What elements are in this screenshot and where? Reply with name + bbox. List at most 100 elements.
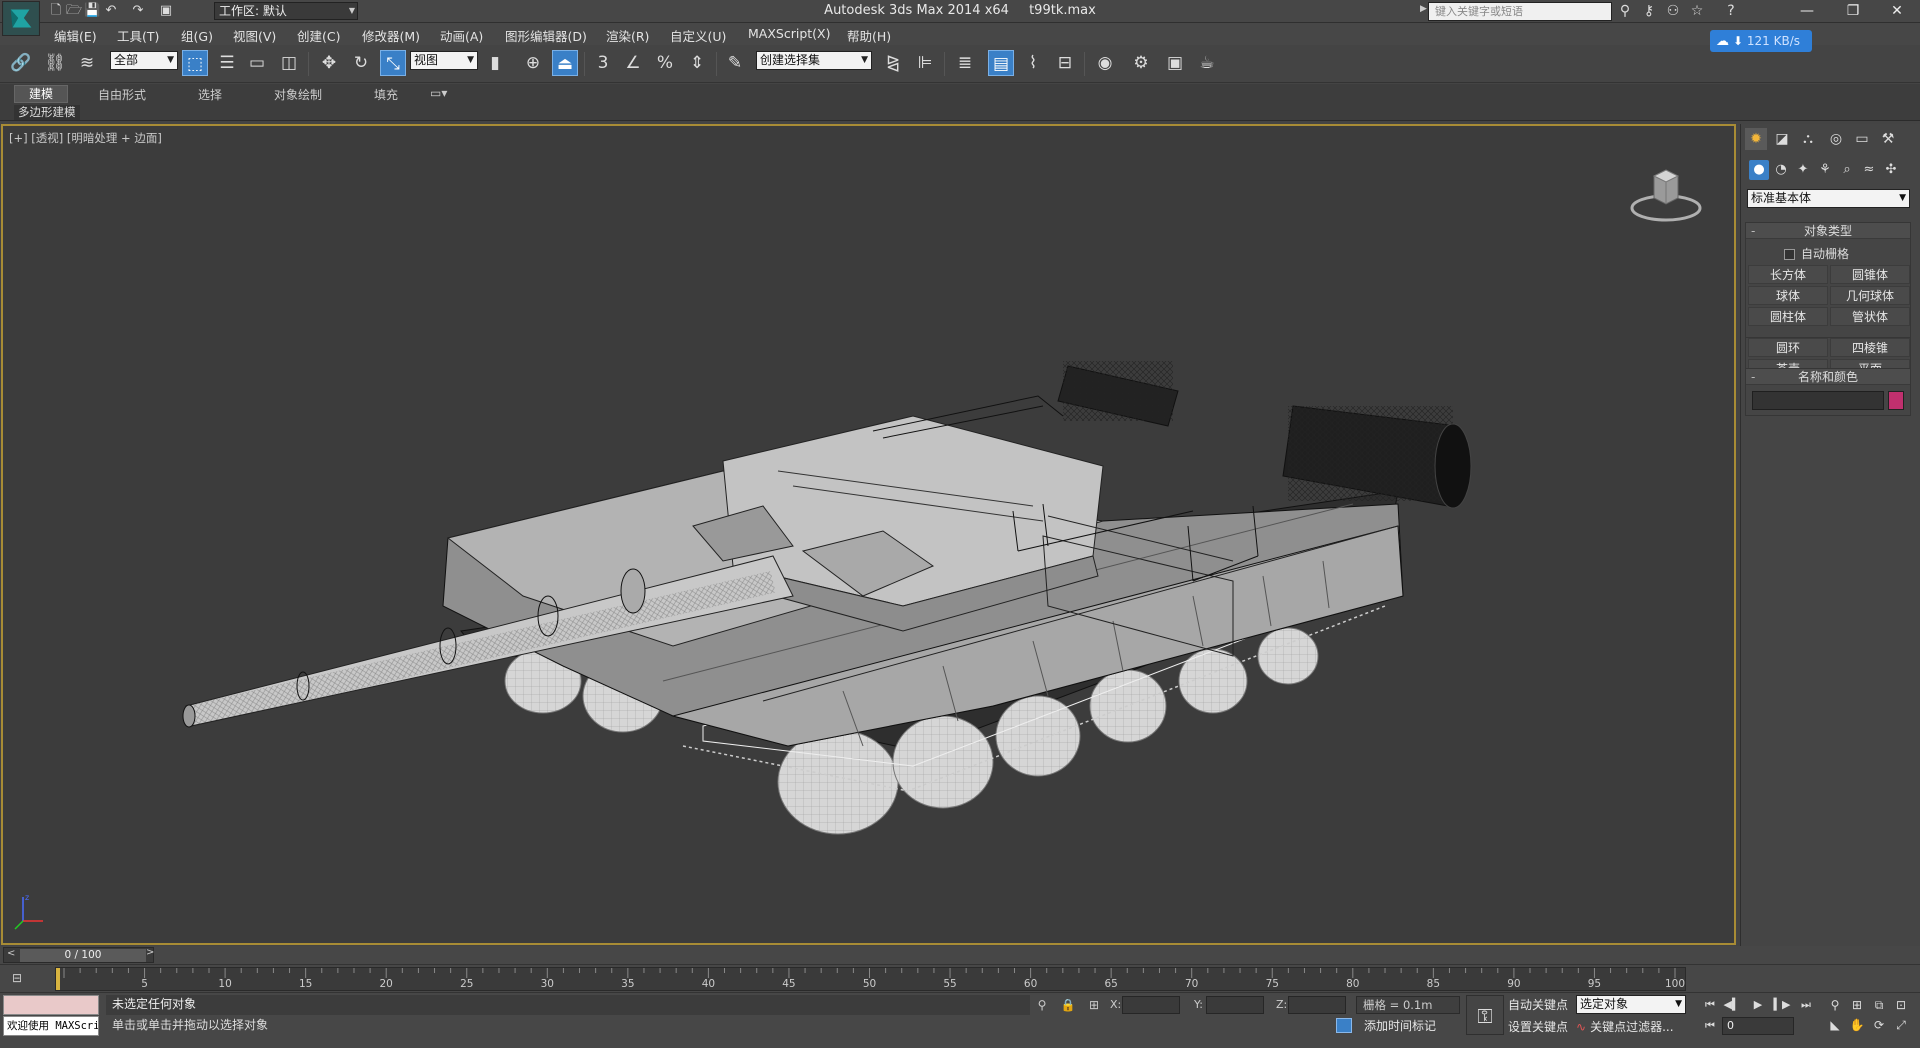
selection-lock-icon[interactable]: 🔒: [1060, 997, 1076, 1013]
ribbon-toggle-icon[interactable]: ▤: [988, 50, 1014, 76]
lights-icon[interactable]: ✦: [1793, 160, 1813, 180]
modify-tab-icon[interactable]: ◪: [1771, 128, 1793, 150]
help-icon[interactable]: ?: [1722, 3, 1740, 20]
maximize-viewport-icon[interactable]: ⤢: [1892, 1017, 1910, 1033]
menu-maxscript[interactable]: MAXScript(X): [748, 26, 830, 41]
menu-customize[interactable]: 自定义(U): [670, 26, 726, 45]
auto-key-button[interactable]: 自动关键点: [1508, 996, 1568, 1013]
zoom-extents-all-icon[interactable]: ⊡: [1892, 997, 1910, 1013]
menu-create[interactable]: 创建(C): [297, 26, 340, 45]
time-slider[interactable]: < 0 / 100 >: [0, 946, 1920, 964]
track-bar-area[interactable]: 5 10 15 20 25 30 35 40 45 50 55 60 65 70 75 80 85 90 95 100: [55, 967, 1686, 991]
keyboard-shortcut-override-icon[interactable]: ⏏: [552, 50, 578, 76]
sphere-button[interactable]: 球体: [1748, 286, 1828, 305]
select-object-icon[interactable]: ⬚: [182, 50, 208, 76]
isolate-selection-icon[interactable]: ⚲: [1034, 997, 1050, 1013]
window-crossing-icon[interactable]: ◫: [276, 50, 302, 76]
curve-editor-icon[interactable]: ⌇: [1020, 50, 1046, 76]
prev-frame-icon[interactable]: <: [7, 948, 15, 959]
pan-view-icon[interactable]: ✋: [1848, 1017, 1866, 1033]
tank-wireframe-model[interactable]: [3, 126, 1736, 945]
x-coordinate-field[interactable]: [1122, 996, 1180, 1014]
open-file-icon[interactable]: 🗁: [66, 3, 82, 19]
mini-curve-editor-icon[interactable]: ⊟: [12, 971, 34, 987]
material-editor-icon[interactable]: ◉: [1092, 50, 1118, 76]
render-setup-icon[interactable]: ⚙: [1128, 50, 1154, 76]
primitive-category-dropdown[interactable]: 标准基本体 ▼: [1747, 189, 1910, 208]
redo-icon[interactable]: ↷: [130, 3, 146, 19]
maxscript-listener-input[interactable]: 欢迎使用 MAXScri: [3, 1016, 99, 1036]
zoom-all-icon[interactable]: ⊞: [1848, 997, 1866, 1013]
object-color-swatch[interactable]: [1888, 391, 1904, 410]
absolute-mode-icon[interactable]: ⊞: [1086, 997, 1102, 1013]
cone-button[interactable]: 圆锥体: [1830, 265, 1910, 284]
polygon-modeling-panel[interactable]: 多边形建模: [14, 105, 80, 120]
menu-modifiers[interactable]: 修改器(M): [362, 26, 420, 45]
menu-views[interactable]: 视图(V): [233, 26, 276, 45]
close-button[interactable]: ✕: [1874, 0, 1920, 23]
ribbon-options-icon[interactable]: ▭▾: [430, 86, 447, 100]
current-frame-field[interactable]: 0: [1722, 1017, 1794, 1035]
object-type-header[interactable]: - 对象类型: [1746, 223, 1910, 239]
hierarchy-tab-icon[interactable]: ⛬: [1797, 128, 1819, 150]
rendered-frame-window-icon[interactable]: ▣: [1162, 50, 1188, 76]
undo-icon[interactable]: ↶: [103, 3, 119, 19]
subscription-icon[interactable]: ⚷: [1640, 3, 1658, 20]
go-to-start-icon[interactable]: ⏮: [1700, 997, 1720, 1013]
app-menu-button[interactable]: [2, 1, 40, 36]
cylinder-button[interactable]: 圆柱体: [1748, 307, 1828, 326]
pyramid-button[interactable]: 四棱锥: [1830, 338, 1910, 357]
ribbon-tab-populate[interactable]: 填充: [374, 86, 398, 103]
viewport-label[interactable]: [+] [透视] [明暗处理 + 边面]: [9, 130, 162, 146]
select-and-rotate-icon[interactable]: ↻: [348, 50, 374, 76]
menu-tools[interactable]: 工具(T): [117, 26, 159, 45]
menu-group[interactable]: 组(G): [181, 26, 213, 45]
menu-graph-editors[interactable]: 图形编辑器(D): [505, 26, 587, 45]
viewport-menu-label[interactable]: [+]: [9, 131, 28, 145]
menu-rendering[interactable]: 渲染(R): [606, 26, 649, 45]
geometry-icon[interactable]: ●: [1749, 160, 1769, 180]
go-to-end-icon[interactable]: ⏭: [1796, 997, 1816, 1013]
maxscript-listener-output[interactable]: [3, 995, 99, 1015]
previous-frame-icon[interactable]: ◀▍: [1722, 997, 1742, 1013]
utilities-tab-icon[interactable]: ⚒: [1877, 128, 1899, 150]
menu-edit[interactable]: 编辑(E): [54, 26, 97, 45]
next-frame-icon[interactable]: ▍▶: [1772, 997, 1792, 1013]
helpers-icon[interactable]: ⌕: [1837, 160, 1857, 180]
restore-button[interactable]: ❐: [1830, 0, 1876, 23]
perspective-viewport[interactable]: [+] [透视] [明暗处理 + 边面] z: [1, 124, 1736, 945]
selection-filter-dropdown[interactable]: 全部 ▼: [110, 51, 178, 70]
viewcube-icon[interactable]: [1626, 156, 1706, 226]
box-button[interactable]: 长方体: [1748, 265, 1828, 284]
viewport-shading-label[interactable]: [明暗处理 + 边面]: [67, 131, 162, 145]
time-tag-icon[interactable]: [1336, 1018, 1352, 1033]
mirror-icon[interactable]: ⧎: [880, 50, 906, 76]
cameras-icon[interactable]: ⚘: [1815, 160, 1835, 180]
key-mode-toggle-icon[interactable]: ⏮: [1700, 1018, 1720, 1034]
time-slider-track[interactable]: < 0 / 100: [3, 947, 154, 963]
pivot-center-icon[interactable]: ▮: [482, 50, 508, 76]
orbit-icon[interactable]: ⟳: [1870, 1017, 1888, 1033]
ribbon-tab-object-paint[interactable]: 对象绘制: [274, 86, 322, 103]
angle-snap-icon[interactable]: ∠: [620, 50, 646, 76]
select-and-scale-icon[interactable]: ⤡: [380, 50, 406, 76]
viewport-pov-label[interactable]: [透视]: [31, 131, 63, 145]
menu-animation[interactable]: 动画(A): [440, 26, 483, 45]
new-file-icon[interactable]: 🗋: [48, 3, 64, 19]
align-icon[interactable]: ⊫: [912, 50, 938, 76]
key-mode-dropdown[interactable]: 选定对象 ▼: [1576, 995, 1686, 1014]
zoom-icon[interactable]: ⚲: [1826, 997, 1844, 1013]
favorites-star-icon[interactable]: ☆: [1688, 3, 1706, 20]
systems-icon[interactable]: ✣: [1881, 160, 1901, 180]
binoculars-icon[interactable]: ⚲: [1616, 3, 1634, 20]
workspace-dropdown[interactable]: 工作区: 默认 ▼: [214, 2, 358, 20]
spinner-snap-icon[interactable]: ⇕: [684, 50, 710, 76]
unlink-icon[interactable]: ⛓: [42, 50, 68, 76]
geosphere-button[interactable]: 几何球体: [1830, 286, 1910, 305]
reference-coordinate-dropdown[interactable]: 视图 ▼: [410, 51, 478, 70]
track-bar[interactable]: ⊟ 5 10 15 20 25 30 35 40 45 50 55 60 65 70 75 80 85 90 95 1…: [0, 964, 1920, 992]
display-tab-icon[interactable]: ▭: [1851, 128, 1873, 150]
z-coordinate-field[interactable]: [1288, 996, 1346, 1014]
search-expand-icon[interactable]: ▶: [1420, 4, 1428, 18]
motion-tab-icon[interactable]: ◎: [1825, 128, 1847, 150]
